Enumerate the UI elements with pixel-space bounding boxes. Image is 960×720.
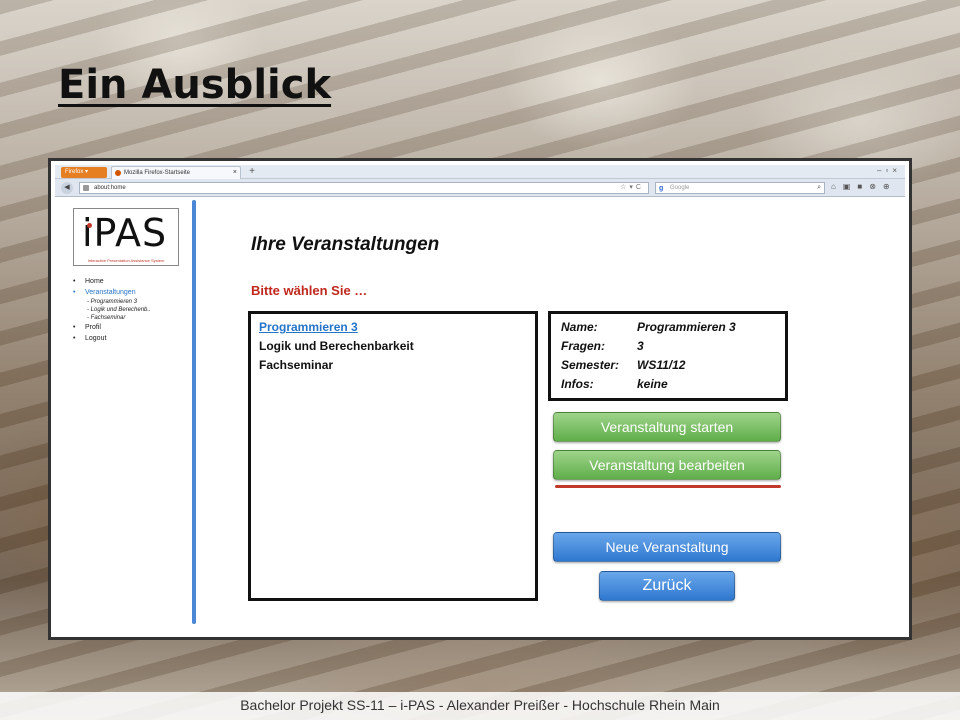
page-content: iPAS Interactive Presentation Assistance… <box>55 198 905 633</box>
detail-value: WS11/12 <box>637 358 686 372</box>
detail-row-questions: Fragen: 3 <box>561 337 775 356</box>
url-text: about:home <box>94 185 126 191</box>
page-icon <box>83 185 89 191</box>
edit-course-button[interactable]: Veranstaltung bearbeiten <box>553 450 781 480</box>
detail-row-semester: Semester: WS11/12 <box>561 356 775 375</box>
course-list: Programmieren 3 Logik und Berechenbarkei… <box>248 311 538 601</box>
sidebar-item-logout[interactable]: Logout <box>71 333 151 344</box>
detail-value: keine <box>637 377 668 391</box>
nav-toolbar: ◀ about:home ☆▾C g Google ⌕ ⌂▣■⊗⊕ <box>55 179 905 197</box>
firefox-icon <box>115 170 121 176</box>
new-tab-button[interactable]: + <box>245 166 259 178</box>
logo-subtitle: Interactive Presentation Assistance Syst… <box>87 258 165 263</box>
slide-footer: Bachelor Projekt SS-11 – i-PAS - Alexand… <box>0 692 960 720</box>
tab-title: Mozilla Firefox-Startseite <box>124 170 191 176</box>
search-placeholder: Google <box>670 185 690 191</box>
sidebar-item-veranstaltungen[interactable]: Veranstaltungen <box>71 287 151 298</box>
window-controls[interactable]: –▫× <box>877 166 901 175</box>
slide-title: Ein Ausblick <box>58 62 332 108</box>
toolbar-icons[interactable]: ⌂▣■⊗⊕ <box>831 182 897 191</box>
reload-icon[interactable]: ☆▾C <box>620 183 644 193</box>
course-details: Name: Programmieren 3 Fragen: 3 Semester… <box>548 311 788 401</box>
edit-highlight-line <box>555 485 781 488</box>
start-course-button[interactable]: Veranstaltung starten <box>553 412 781 442</box>
logo-dot <box>87 223 92 228</box>
sidebar-divider <box>192 200 196 624</box>
detail-label: Infos: <box>561 377 594 391</box>
sidebar-item-profil[interactable]: Profil <box>71 322 151 333</box>
back-button[interactable]: Zurück <box>599 571 735 601</box>
url-bar[interactable]: about:home ☆▾C <box>79 182 649 194</box>
close-icon[interactable]: × <box>233 167 237 179</box>
firefox-menu-button[interactable]: Firefox ▾ <box>61 167 107 178</box>
list-item[interactable]: Logik und Berechenbarkeit <box>259 337 527 356</box>
ipas-logo: iPAS Interactive Presentation Assistance… <box>73 208 179 266</box>
sidebar-nav: Home Veranstaltungen - Programmieren 3 -… <box>71 276 151 344</box>
sidebar-subitem-programmieren[interactable]: - Programmieren 3 <box>71 298 151 306</box>
detail-value: Programmieren 3 <box>637 320 736 334</box>
page-title: Ihre Veranstaltungen <box>251 234 440 255</box>
sidebar-item-home[interactable]: Home <box>71 276 151 287</box>
new-course-button[interactable]: Neue Veranstaltung <box>553 532 781 562</box>
logo-text: iPAS <box>82 211 168 255</box>
tab-bar: Firefox ▾ Mozilla Firefox-Startseite × +… <box>55 165 905 179</box>
detail-row-name: Name: Programmieren 3 <box>561 318 775 337</box>
back-button[interactable]: ◀ <box>61 182 73 194</box>
sidebar-subitem-fachseminar[interactable]: - Fachseminar <box>71 314 151 322</box>
detail-label: Semester: <box>561 358 620 372</box>
detail-row-infos: Infos: keine <box>561 375 775 394</box>
search-icon[interactable]: ⌕ <box>817 183 821 193</box>
browser-window: Firefox ▾ Mozilla Firefox-Startseite × +… <box>48 158 912 640</box>
detail-value: 3 <box>637 339 644 353</box>
list-item-selected[interactable]: Programmieren 3 <box>259 318 527 337</box>
detail-label: Fragen: <box>561 339 606 353</box>
browser-tab[interactable]: Mozilla Firefox-Startseite × <box>111 166 241 179</box>
detail-label: Name: <box>561 320 598 334</box>
list-item[interactable]: Fachseminar <box>259 356 527 375</box>
google-icon: g <box>659 185 664 192</box>
sidebar-subitem-logik[interactable]: - Logik und Berechenb.. <box>71 306 151 314</box>
search-input[interactable]: g Google ⌕ <box>655 182 825 194</box>
selection-prompt: Bitte wählen Sie … <box>251 283 368 298</box>
